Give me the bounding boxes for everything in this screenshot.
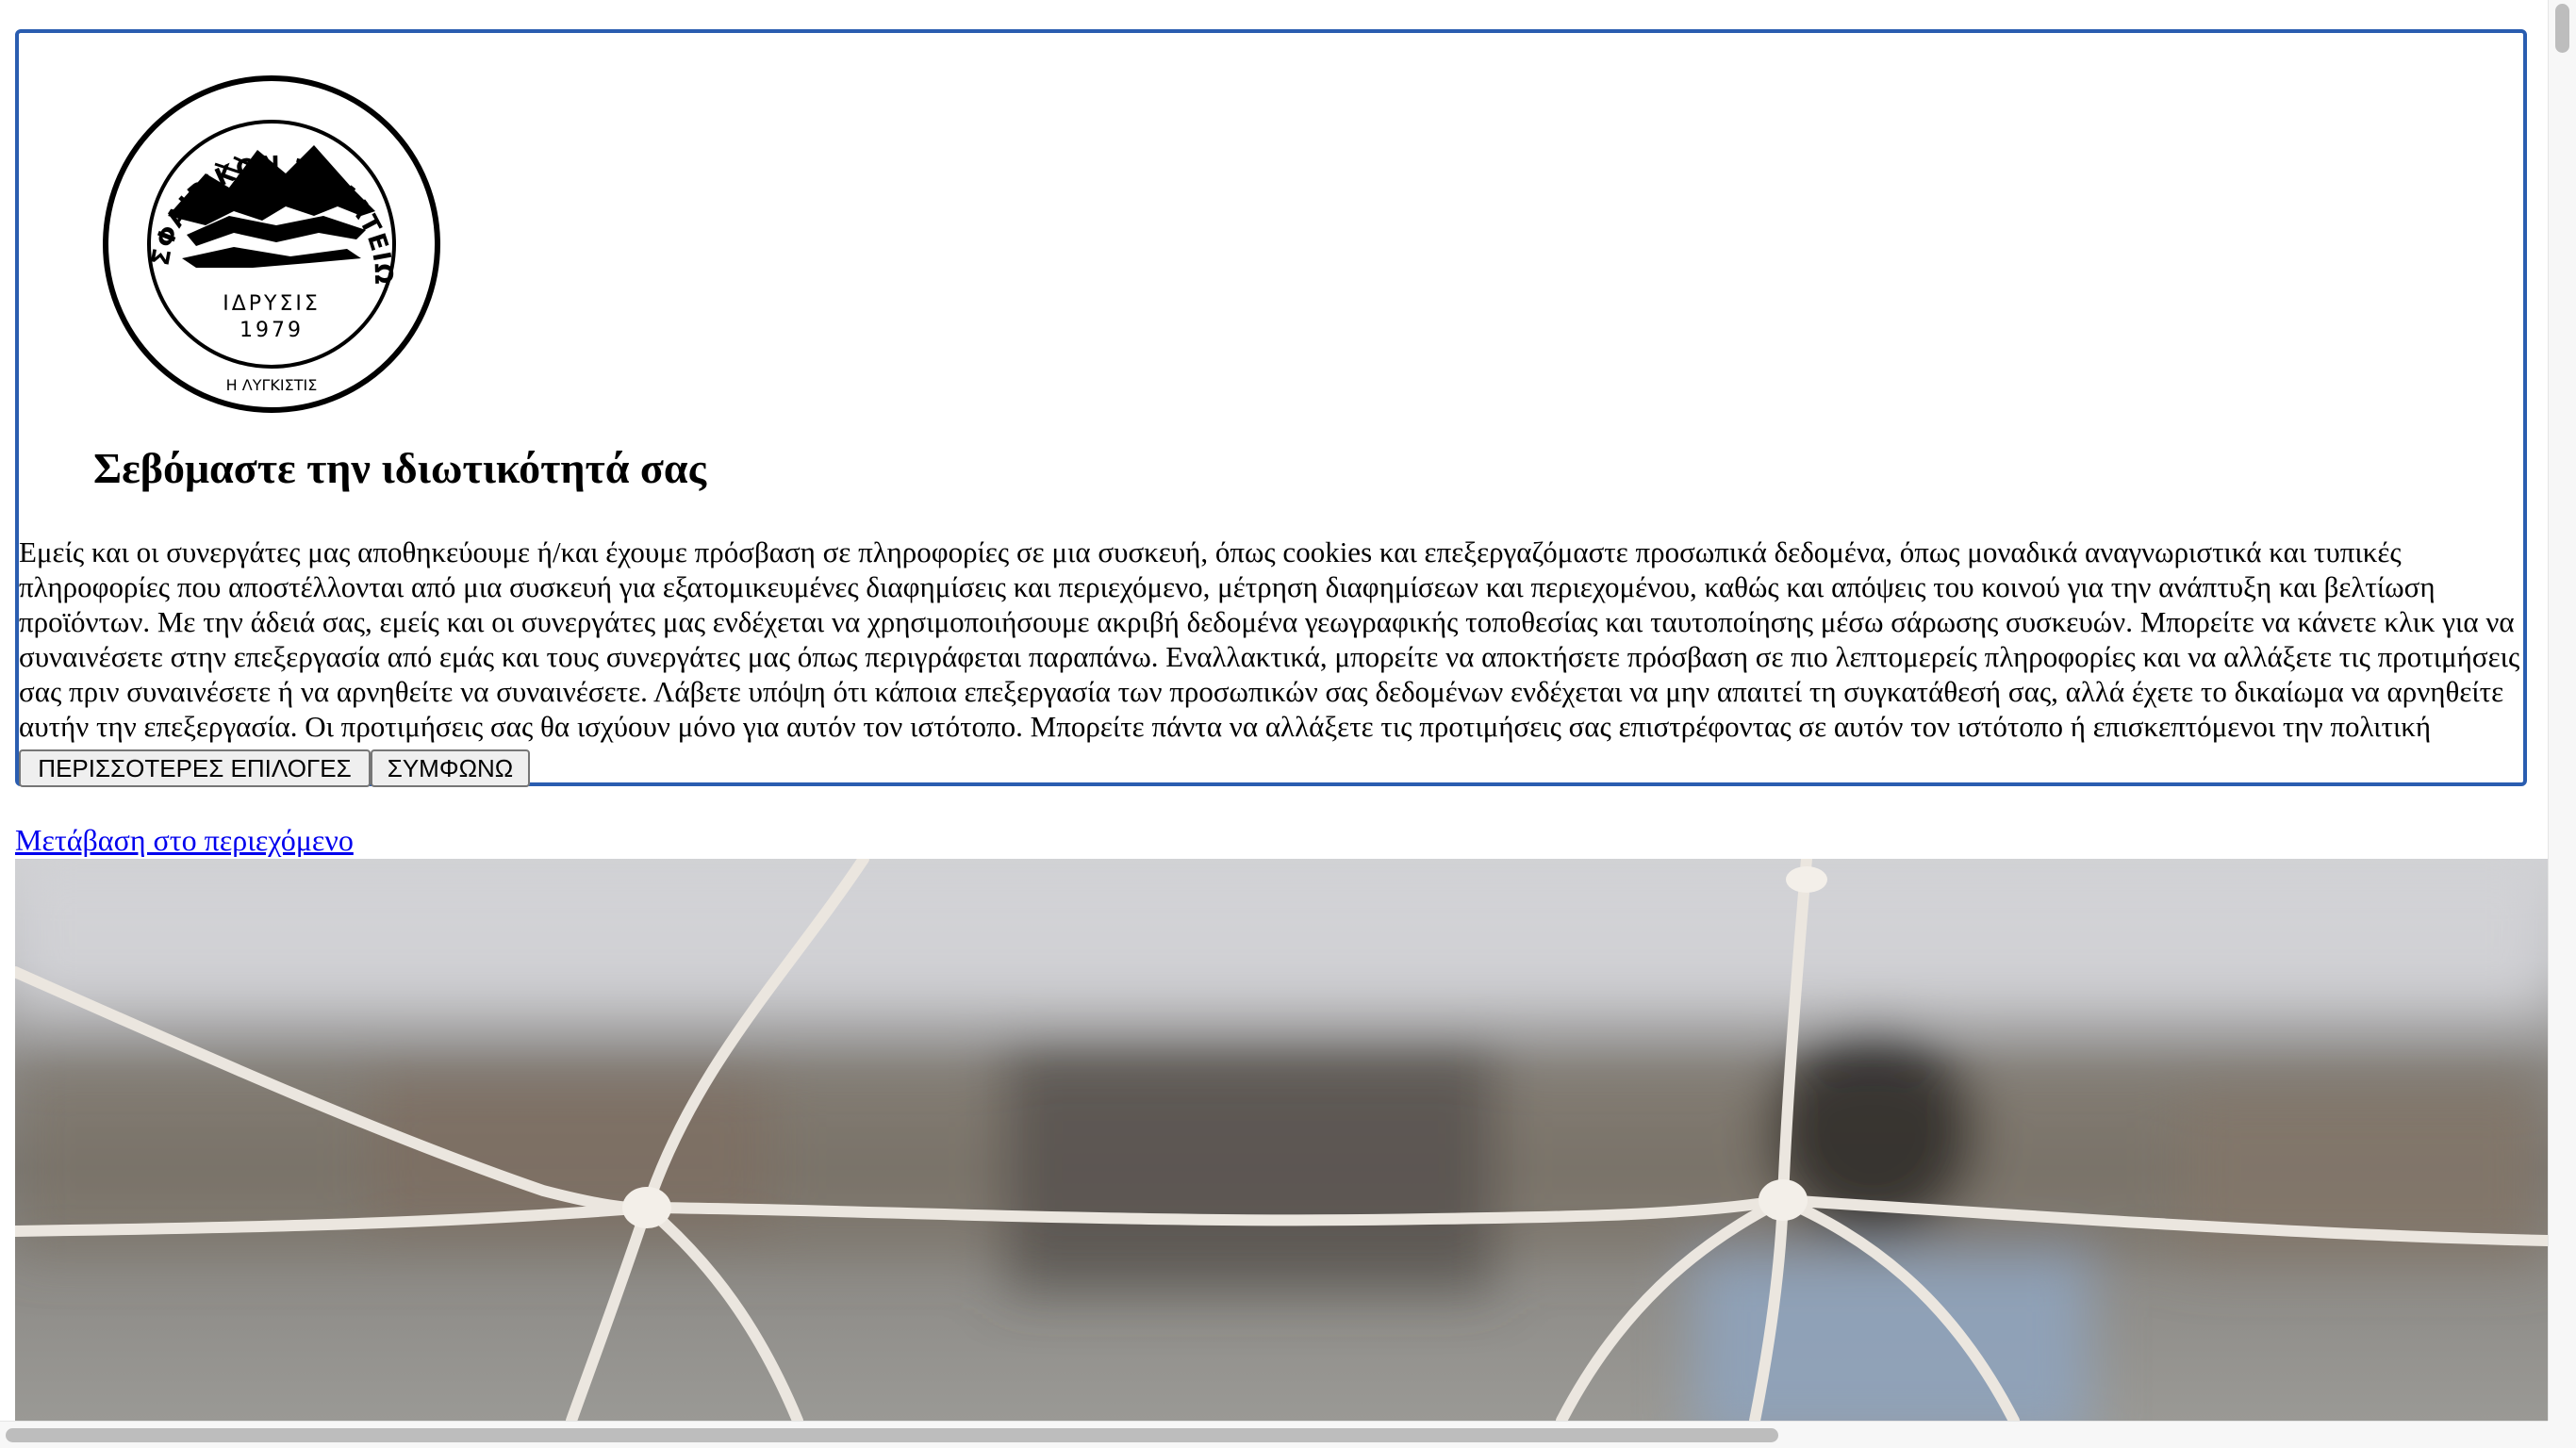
vertical-scrollbar[interactable] bbox=[2548, 0, 2576, 1448]
vertical-scrollbar-thumb[interactable] bbox=[2555, 4, 2569, 53]
consent-text: Εμείς και οι συνεργάτες μας αποθηκεύουμε… bbox=[19, 535, 2520, 778]
agree-button[interactable]: ΣΥΜΦΩΝΩ bbox=[371, 749, 530, 787]
logo-bottom-text: Η ΛΥΓΚΙΣΤΙΣ bbox=[226, 376, 318, 394]
more-options-button[interactable]: ΠΕΡΙΣΣΟΤΕΡΕΣ ΕΠΙΛΟΓΕΣ bbox=[19, 749, 371, 787]
scrollbar-corner bbox=[2548, 1421, 2576, 1448]
goal-net-photo bbox=[15, 859, 2548, 1421]
hero-image bbox=[15, 859, 2548, 1421]
logo-founded-label: ΙΔΡΥΣΙΣ bbox=[223, 292, 321, 316]
logo-founded-year: 1979 bbox=[239, 319, 304, 342]
page: ΕΝΩΣΙΣ ΠΟΔΟΣΦΑΙΡΙΚΩΝ ΣΩΜΑΤΕΙΩΝ ΦΛΩΡΙΝΑΣ … bbox=[0, 0, 2548, 1421]
consent-buttons: ΠΕΡΙΣΣΟΤΕΡΕΣ ΕΠΙΛΟΓΕΣ ΣΥΜΦΩΝΩ bbox=[19, 749, 530, 787]
consent-dialog: ΕΝΩΣΙΣ ΠΟΔΟΣΦΑΙΡΙΚΩΝ ΣΩΜΑΤΕΙΩΝ ΦΛΩΡΙΝΑΣ … bbox=[15, 29, 2527, 787]
consent-title: Σεβόμαστε την ιδιωτικότητά σας bbox=[93, 444, 706, 492]
horizontal-scrollbar[interactable] bbox=[0, 1421, 2548, 1448]
association-logo: ΕΝΩΣΙΣ ΠΟΔΟΣΦΑΙΡΙΚΩΝ ΣΩΜΑΤΕΙΩΝ ΦΛΩΡΙΝΑΣ … bbox=[92, 74, 440, 413]
horizontal-scrollbar-thumb[interactable] bbox=[6, 1428, 1778, 1442]
skip-to-content-link[interactable]: Μετάβαση στο περιεχόμενο bbox=[15, 823, 354, 858]
